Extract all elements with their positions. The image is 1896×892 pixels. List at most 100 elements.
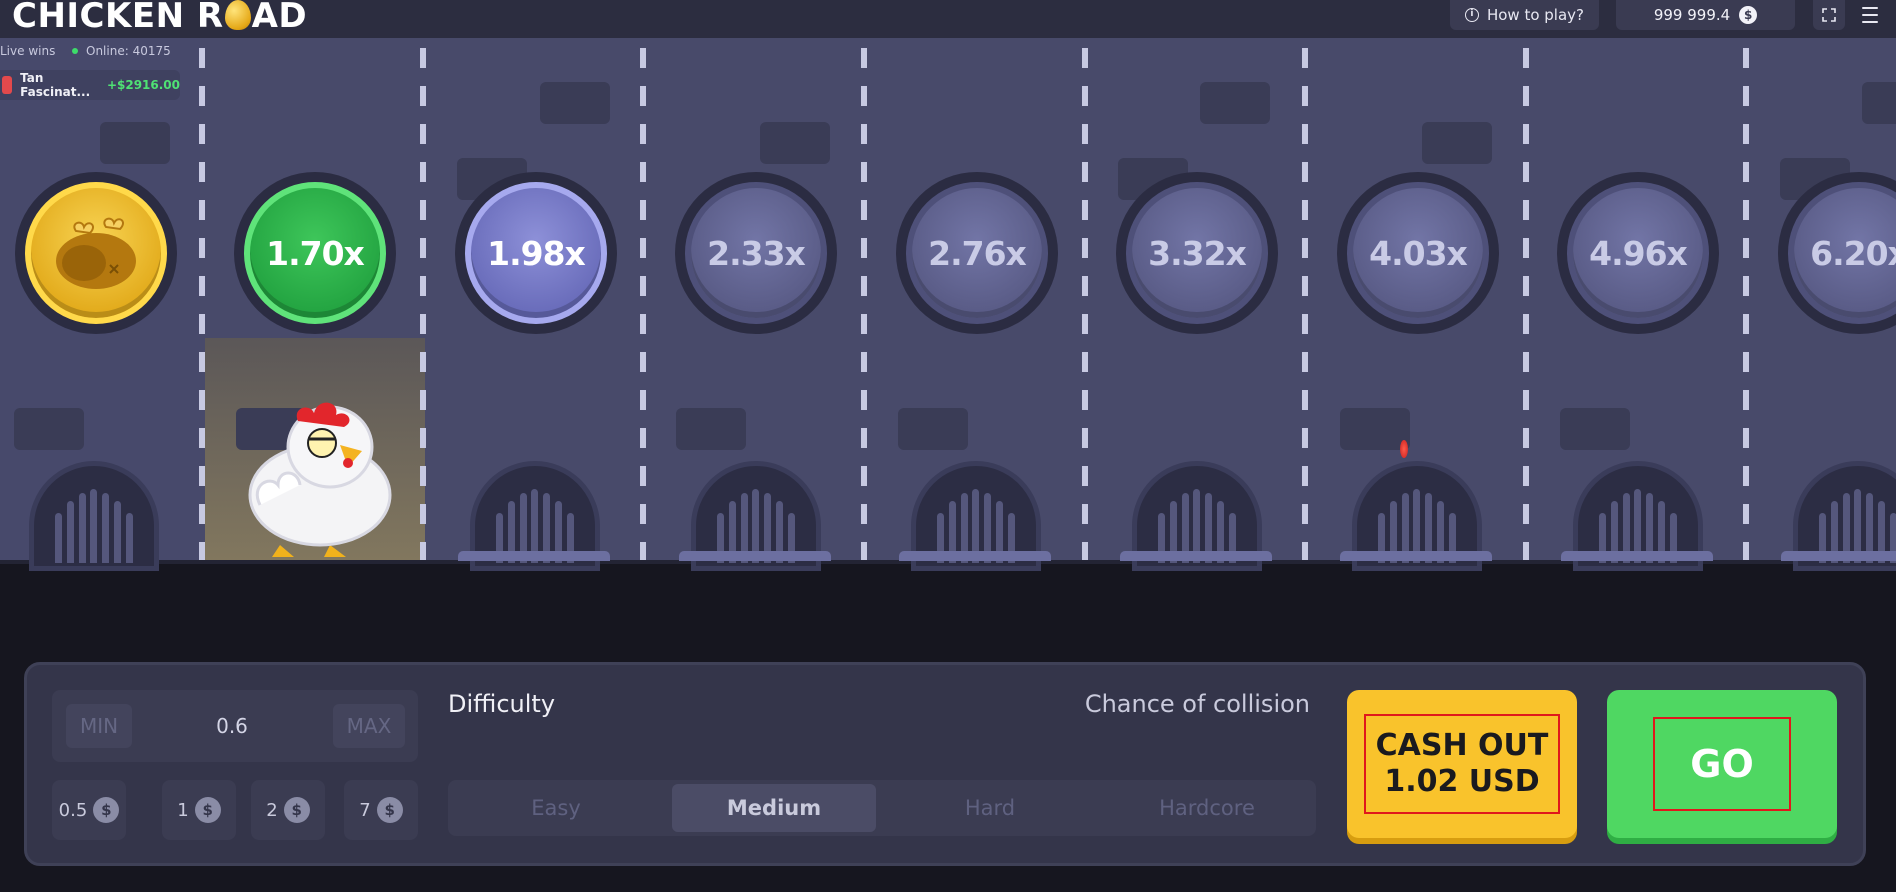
difficulty-hardcore[interactable]: Hardcore — [1105, 784, 1309, 832]
go-label: GO — [1653, 717, 1791, 811]
chicken-icon — [248, 402, 392, 557]
road-brick — [760, 122, 830, 164]
multiplier-coin[interactable]: 1.70x — [234, 172, 396, 334]
fire-ember-icon — [1400, 440, 1408, 458]
max-bet-button[interactable]: MAX — [333, 704, 405, 748]
logo: CHICKEN R AD — [12, 0, 308, 36]
road-brick — [1560, 408, 1630, 450]
dollar-coin-icon: $ — [93, 797, 120, 823]
multiplier-coin[interactable]: 1.98x — [455, 172, 617, 334]
quick-bet-button[interactable]: 1 $ — [162, 780, 236, 840]
lane-divider — [420, 48, 426, 564]
top-bar: CHICKEN R AD i How to play? 999 999.4 $ — [0, 0, 1896, 38]
bet-amount-input[interactable]: 0.6 — [182, 704, 282, 748]
manhole — [1120, 551, 1272, 561]
multiplier-value: 1.70x — [266, 233, 365, 273]
multiplier-value: 4.96x — [1589, 233, 1688, 273]
sewer-icon — [470, 455, 600, 571]
road-brick — [100, 122, 170, 164]
multiplier-coin[interactable]: 3.32x — [1116, 172, 1278, 334]
multiplier-value: 3.32x — [1148, 233, 1247, 273]
lane-divider — [1302, 48, 1308, 564]
road-brick — [898, 408, 968, 450]
menu-icon-line — [1862, 21, 1878, 23]
road-brick — [676, 408, 746, 450]
multiplier-coin[interactable]: 4.96x — [1557, 172, 1719, 334]
live-wins-label: Live wins — [0, 44, 56, 58]
quick-bet-value: 1 — [177, 799, 189, 821]
cash-out-button[interactable]: CASH OUT 1.02 USD — [1347, 690, 1577, 838]
balance-display: 999 999.4 $ — [1616, 0, 1795, 30]
avatar — [2, 76, 13, 94]
lane-divider — [861, 48, 867, 564]
manhole — [899, 551, 1051, 561]
win-amount: +$2916.00 — [106, 78, 180, 92]
sewer-icon — [1793, 455, 1896, 571]
lane-divider — [640, 48, 646, 564]
online-dot-icon — [72, 48, 78, 54]
multiplier-coin[interactable]: 2.76x — [896, 172, 1058, 334]
quick-bet-value: 0.5 — [58, 799, 88, 821]
multiplier-coin[interactable]: 2.33x — [675, 172, 837, 334]
multiplier-coin[interactable]: 4.03x — [1337, 172, 1499, 334]
roast-chicken-icon — [56, 217, 136, 289]
multiplier-value: 2.76x — [928, 233, 1027, 273]
sewer-icon — [691, 455, 821, 571]
dollar-coin-icon: $ — [376, 797, 403, 823]
cash-out-label: CASH OUT 1.02 USD — [1364, 714, 1560, 814]
recent-win-row: Tan Fascinat... +$2916.00 — [0, 70, 180, 100]
multiplier-value: 1.98x — [487, 233, 586, 273]
multiplier-value: 2.33x — [707, 233, 806, 273]
manhole — [1781, 551, 1896, 561]
quick-bet-button[interactable]: 7 $ — [344, 780, 418, 840]
quick-bet-button[interactable]: 2 $ — [251, 780, 325, 840]
multiplier-value: 6.20x — [1810, 233, 1896, 273]
difficulty-hard[interactable]: Hard — [888, 784, 1092, 832]
go-button[interactable]: GO — [1607, 690, 1837, 838]
quick-bet-value: 2 — [266, 799, 278, 821]
dollar-coin-icon: $ — [1739, 6, 1758, 24]
dollar-coin-icon: $ — [283, 797, 310, 823]
info-icon: i — [1464, 8, 1479, 22]
egg-icon — [224, 0, 251, 30]
online-counter: Online: 40175 — [72, 44, 171, 58]
fullscreen-button[interactable] — [1813, 0, 1845, 30]
online-count: Online: 40175 — [86, 44, 171, 58]
collision-chance-label: Chance of collision — [1084, 690, 1310, 718]
multiplier-value: 4.03x — [1369, 233, 1468, 273]
road-brick — [540, 82, 610, 124]
road-brick — [1422, 122, 1492, 164]
lane-divider — [1082, 48, 1088, 564]
manhole — [1340, 551, 1492, 561]
balance-value: 999 999.4 — [1653, 6, 1731, 24]
manhole — [458, 551, 610, 561]
road-brick — [1862, 82, 1896, 124]
lane-divider — [1523, 48, 1529, 564]
winner-name: Tan Fascinat... — [20, 71, 91, 99]
difficulty-easy[interactable]: Easy — [454, 784, 658, 832]
start-coin — [15, 172, 177, 334]
road-brick — [14, 408, 84, 450]
menu-icon-line — [1862, 14, 1878, 16]
sewer-icon — [911, 455, 1041, 571]
difficulty-label: Difficulty — [448, 690, 556, 718]
min-bet-button[interactable]: MIN — [66, 704, 132, 748]
sewer-icon — [29, 455, 159, 571]
dollar-coin-icon: $ — [194, 797, 221, 823]
menu-icon-line — [1862, 7, 1878, 9]
lane-divider — [1743, 48, 1749, 564]
sewer-icon — [1573, 455, 1703, 571]
manhole — [1561, 551, 1713, 561]
menu-button[interactable] — [1858, 4, 1882, 26]
sewer-icon — [1352, 455, 1482, 571]
quick-bet-value: 7 — [359, 799, 371, 821]
lane-divider — [199, 48, 205, 564]
road-brick — [1200, 82, 1270, 124]
how-to-play-button[interactable]: i How to play? — [1450, 0, 1599, 30]
fullscreen-icon — [1822, 8, 1836, 22]
difficulty-medium[interactable]: Medium — [672, 784, 876, 832]
sewer-icon — [1132, 455, 1262, 571]
how-to-play-label: How to play? — [1486, 6, 1585, 24]
quick-bet-button[interactable]: 0.5 $ — [52, 780, 126, 840]
manhole — [679, 551, 831, 561]
